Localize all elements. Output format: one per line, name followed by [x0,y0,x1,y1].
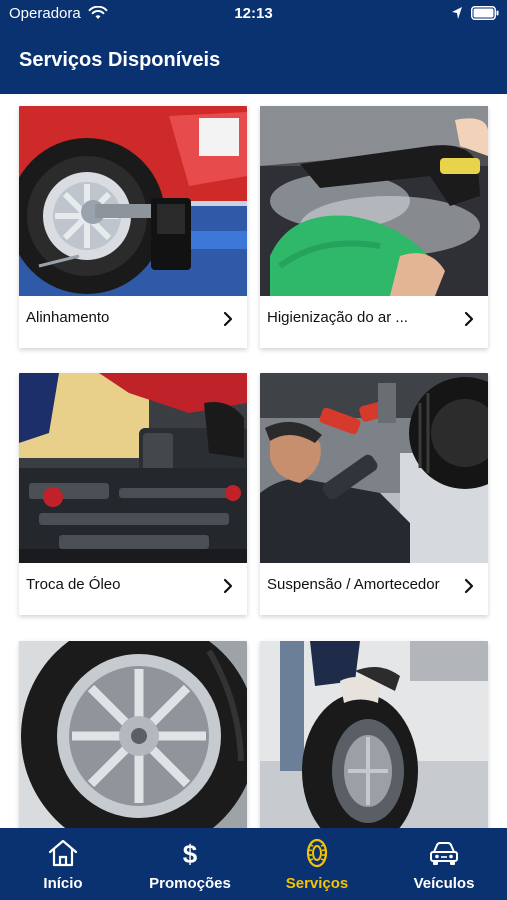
service-card-higienizacao[interactable]: Higienização do ar ... [260,106,488,348]
dollar-icon: $ [183,839,198,868]
car-icon [430,842,458,865]
service-card-troca-de-pneus[interactable] [260,641,488,828]
service-label: Suspensão / Amortecedor [267,576,440,593]
chevron-right-icon [464,311,474,327]
service-card-alinhamento[interactable]: Alinhamento [19,106,247,348]
svg-text:$: $ [183,839,198,868]
chevron-right-icon [223,578,233,594]
service-photo-alinhamento [19,106,247,296]
tab-label: Promoções [149,875,231,892]
service-card-suspensao[interactable]: Suspensão / Amortecedor [260,373,488,615]
service-card-troca-de-oleo[interactable]: Troca de Óleo [19,373,247,615]
tab-label: Início [43,875,83,892]
top-bar: Operadora 12:13 Serviços Disponíveis [0,0,507,94]
service-label: Alinhamento [26,309,110,326]
battery-icon [471,6,499,20]
tab-veiculos[interactable]: Veículos [381,828,507,900]
tab-servicos[interactable]: Serviços [254,828,380,900]
location-arrow-icon [452,7,462,19]
tab-label: Veículos [413,875,475,892]
clock: 12:13 [234,5,273,22]
service-card-pneus[interactable] [19,641,247,828]
service-photo-rodas [19,641,247,828]
bottom-tab-bar: Início $ Promoções Serviços Veículos [0,828,507,900]
page-title: Serviços Disponíveis [19,49,221,71]
tab-promocoes[interactable]: $ Promoções [127,828,253,900]
service-photo-pneu [260,641,488,828]
tire-icon [306,838,328,868]
app-screen: Operadora 12:13 Serviços Disponíveis Ali… [0,0,507,900]
services-grid[interactable]: Alinhamento Higienização do ar ... Troca… [0,94,507,828]
status-bar: Operadora 12:13 [0,0,507,28]
service-label: Higienização do ar ... [267,309,408,326]
tab-inicio[interactable]: Início [0,828,126,900]
chevron-right-icon [223,311,233,327]
service-photo-higienizacao [260,106,488,296]
tab-label: Serviços [285,875,349,892]
service-label: Troca de Óleo [26,576,121,593]
chevron-right-icon [464,578,474,594]
home-icon [48,839,78,867]
service-photo-suspensao [260,373,488,563]
service-photo-troca-de-oleo [19,373,247,563]
